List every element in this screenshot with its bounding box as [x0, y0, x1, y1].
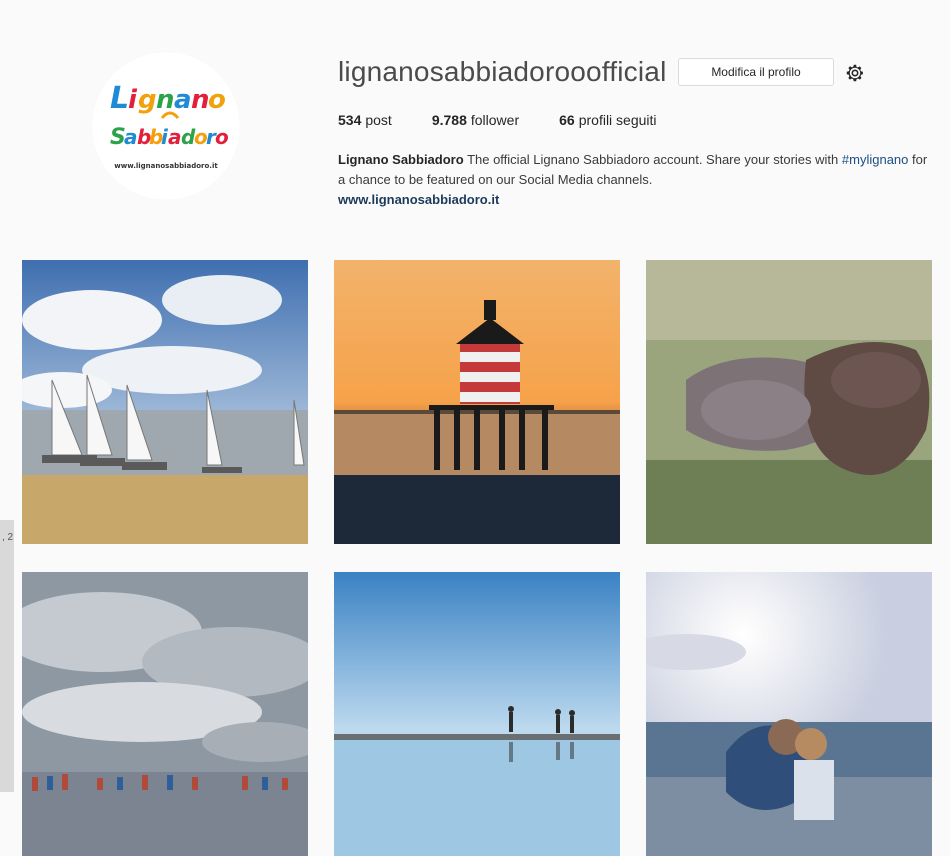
- svg-text:a: a: [124, 125, 138, 149]
- bio-website-link[interactable]: www.lignanosabbiadoro.it: [338, 190, 928, 210]
- svg-text:o: o: [215, 125, 229, 149]
- post-thumbnail[interactable]: [646, 260, 932, 544]
- svg-text:i: i: [128, 85, 138, 115]
- post-image-sea-reflection: [334, 572, 620, 856]
- bio-hashtag-link[interactable]: #mylignano: [842, 152, 909, 167]
- svg-text:L: L: [110, 81, 129, 116]
- post-thumbnail[interactable]: [334, 572, 620, 856]
- svg-text:g: g: [138, 85, 157, 115]
- profile-stats: 534 post 9.788 follower 66 profili seguiti: [338, 112, 657, 128]
- side-panel-text: , 2: [2, 532, 14, 543]
- profile-bio: Lignano Sabbiadoro The official Lignano …: [338, 150, 928, 210]
- profile-page: , 2 L i g n a n o S a b b i a d o r o ww…: [0, 0, 950, 856]
- svg-text:n: n: [191, 85, 210, 115]
- bio-name: Lignano Sabbiadoro: [338, 152, 464, 167]
- stat-followers[interactable]: 9.788 follower: [432, 112, 519, 128]
- post-thumbnail[interactable]: [334, 260, 620, 544]
- gear-icon: [846, 64, 864, 82]
- profile-avatar[interactable]: L i g n a n o S a b b i a d o r o www.li…: [92, 52, 240, 200]
- lignano-logo: L i g n a n o S a b b i a d o r o www.li…: [92, 52, 240, 200]
- post-image-sunny-kids: [646, 572, 932, 856]
- svg-text:www.lignanosabbiadoro.it: www.lignanosabbiadoro.it: [114, 162, 218, 170]
- svg-text:a: a: [174, 85, 192, 115]
- stat-posts: 534 post: [338, 112, 392, 128]
- svg-text:n: n: [156, 85, 175, 115]
- post-image-sailboats: [22, 260, 308, 544]
- post-image-cloudy-beach: [22, 572, 308, 856]
- post-image-hippos: [646, 260, 932, 544]
- profile-username: lignanosabbiadorooofficial: [338, 56, 667, 87]
- svg-text:a: a: [168, 125, 182, 149]
- settings-button[interactable]: [842, 60, 868, 86]
- edit-profile-button[interactable]: Modifica il profilo: [678, 58, 834, 86]
- post-thumbnail[interactable]: [22, 260, 308, 544]
- post-image-lighthouse: [334, 260, 620, 544]
- stat-following[interactable]: 66 profili seguiti: [559, 112, 656, 128]
- side-panel-edge: , 2: [0, 520, 14, 792]
- bio-text-a: The official Lignano Sabbiadoro account.…: [467, 152, 839, 167]
- post-thumbnail[interactable]: [646, 572, 932, 856]
- svg-text:o: o: [208, 85, 226, 115]
- post-thumbnail[interactable]: [22, 572, 308, 856]
